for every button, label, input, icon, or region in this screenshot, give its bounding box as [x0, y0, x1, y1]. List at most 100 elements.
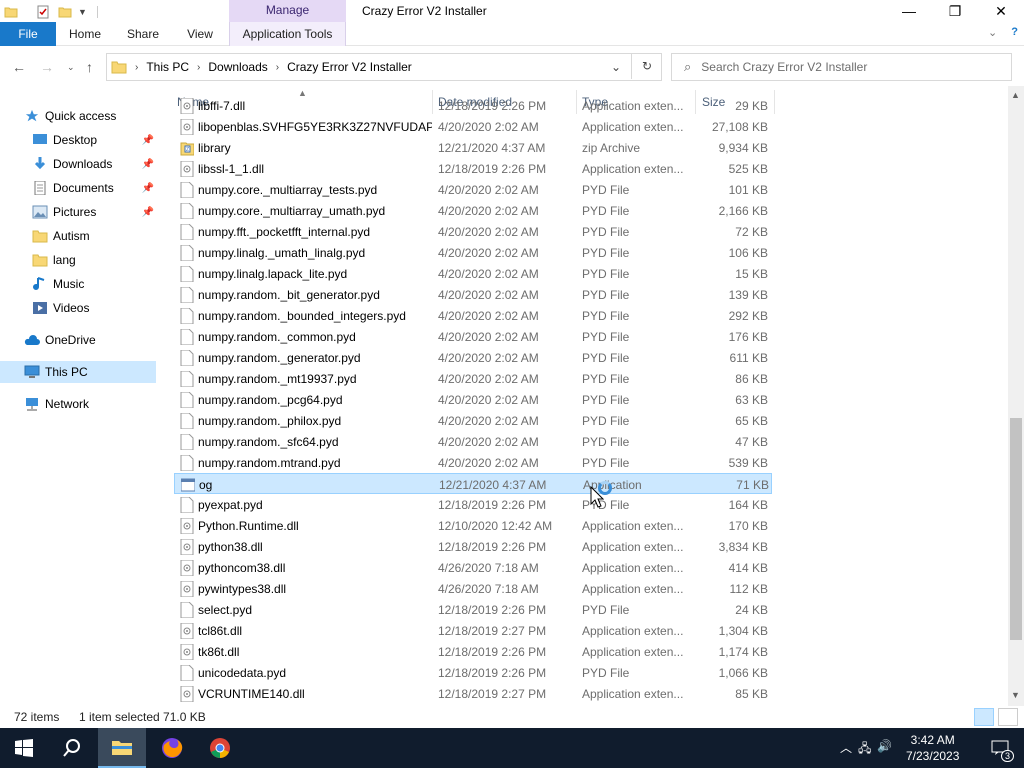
recent-locations-icon[interactable]: ⌄ [67, 62, 75, 73]
network-icon [26, 398, 38, 411]
breadcrumb-current-folder[interactable]: Crazy Error V2 Installer [287, 60, 412, 74]
nav-label: This PC [45, 365, 88, 379]
tab-file[interactable]: File [0, 22, 56, 46]
refresh-icon[interactable]: ↻ [631, 53, 662, 79]
file-row[interactable]: numpy.random._pcg64.pyd 4/20/2020 2:02 AM… [174, 389, 772, 410]
file-row[interactable]: pywintypes38.dll 4/26/2020 7:18 AM Applica… [174, 578, 772, 599]
minimize-button[interactable]: — [886, 0, 932, 22]
manage-context-tab[interactable]: Manage [229, 0, 346, 22]
breadcrumb-this-pc[interactable]: This PC [146, 60, 189, 74]
file-type: Application exten... [582, 519, 684, 533]
back-arrow-icon[interactable]: ← [12, 59, 26, 75]
file-row[interactable]: numpy.random._common.pyd 4/20/2020 2:02 A… [174, 326, 772, 347]
nav-quick-access[interactable]: Quick access [24, 105, 180, 127]
file-row[interactable]: pythoncom38.dll 4/26/2020 7:18 AM Applicat… [174, 557, 772, 578]
file-row[interactable]: numpy.core._multiarray_umath.pyd 4/20/202… [174, 200, 772, 221]
file-row[interactable]: numpy.random.mtrand.pyd 4/20/2020 2:02 AM… [174, 452, 772, 473]
file-row[interactable]: numpy.random._bit_generator.pyd 4/20/2020… [174, 284, 772, 305]
file-row[interactable]: libssl-1_1.dll 12/18/2019 2:26 PM Applicat… [174, 158, 772, 179]
file-row[interactable]: numpy.random._generator.pyd 4/20/2020 2:0… [174, 347, 772, 368]
forward-arrow-icon[interactable]: → [40, 59, 54, 75]
nav-this-pc[interactable]: This PC [0, 361, 156, 383]
taskbar-clock[interactable]: 3:42 AM 7/23/2023 [906, 732, 959, 764]
start-button[interactable] [0, 728, 48, 768]
file-row[interactable]: libopenblas.SVHFG5YE3RK3Z27NVFUDAP... 4/2… [174, 116, 772, 137]
pin-icon[interactable]: 📌 [142, 183, 154, 194]
file-row[interactable]: og 12/21/2020 4:37 AM Application 71 KB [174, 473, 772, 494]
tab-share[interactable]: Share [116, 22, 170, 46]
file-type: Application exten... [582, 162, 684, 176]
file-row[interactable]: numpy.random._philox.pyd 4/20/2020 2:02 A… [174, 410, 772, 431]
close-button[interactable]: ✕ [978, 0, 1024, 22]
file-row[interactable]: numpy.linalg._umath_linalg.pyd 4/20/2020 … [174, 242, 772, 263]
window-controls: — ❐ ✕ [886, 0, 1024, 22]
pin-icon[interactable]: 📌 [142, 159, 154, 170]
file-row[interactable]: numpy.linalg.lapack_lite.pyd 4/20/2020 2:… [174, 263, 772, 284]
desktop-icon [33, 134, 47, 144]
file-row[interactable]: Zlibrary 12/21/2020 4:37 AM zip Archive 9,9… [174, 137, 772, 158]
tab-home[interactable]: Home [58, 22, 112, 46]
file-row[interactable]: pyexpat.pyd 12/18/2019 2:26 PM PYD File 164… [174, 494, 772, 515]
file-icon [180, 329, 194, 345]
nav-videos[interactable]: Videos [32, 297, 156, 319]
file-row[interactable]: numpy.fft._pocketfft_internal.pyd 4/20/20… [174, 221, 772, 242]
file-row[interactable]: numpy.random._mt19937.pyd 4/20/2020 2:02 … [174, 368, 772, 389]
chevron-up-icon[interactable]: ︿ [840, 739, 852, 760]
breadcrumb-downloads[interactable]: Downloads [208, 60, 267, 74]
new-folder-icon[interactable] [58, 5, 72, 19]
nav-autism[interactable]: Autism [32, 225, 156, 247]
scrollbar-thumb[interactable] [1010, 418, 1022, 640]
file-date: 4/20/2020 2:02 AM [438, 225, 539, 239]
help-icon[interactable]: ? [1011, 26, 1018, 39]
file-date: 4/26/2020 7:18 AM [438, 582, 539, 596]
pin-icon[interactable]: 📌 [142, 207, 154, 218]
network-status-icon[interactable]: 🖧 [858, 739, 871, 760]
scroll-down-icon[interactable]: ▼ [1011, 690, 1020, 700]
file-row[interactable]: tk86t.dll 12/18/2019 2:26 PM Application e… [174, 641, 772, 662]
file-row[interactable]: numpy.random._bounded_integers.pyd 4/20/2… [174, 305, 772, 326]
file-size: 1,304 KB [718, 624, 768, 638]
file-row[interactable]: numpy.core._multiarray_tests.pyd 4/20/202… [174, 179, 772, 200]
nav-desktop[interactable]: Desktop 📌 [32, 129, 156, 151]
taskbar-firefox[interactable] [148, 728, 196, 768]
nav-onedrive[interactable]: OneDrive [24, 329, 156, 351]
vertical-scrollbar[interactable]: ▲ ▼ [1008, 86, 1024, 706]
maximize-button[interactable]: ❐ [932, 0, 978, 22]
nav-lang[interactable]: lang [32, 249, 156, 271]
pin-icon[interactable]: 📌 [142, 135, 154, 146]
file-type: Application exten... [582, 645, 684, 659]
file-row[interactable]: Python.Runtime.dll 12/10/2020 12:42 AM App… [174, 515, 772, 536]
volume-icon[interactable]: 🔊 [877, 739, 892, 760]
scroll-up-icon[interactable]: ▲ [1011, 90, 1020, 100]
address-dropdown-icon[interactable]: ⌄ [611, 60, 621, 74]
file-row[interactable]: numpy.random._sfc64.pyd 4/20/2020 2:02 AM… [174, 431, 772, 452]
details-view-icon[interactable] [974, 708, 994, 726]
file-row[interactable]: libffi-7.dll 12/18/2019 2:26 PM Applicatio… [174, 95, 772, 116]
nav-pictures[interactable]: Pictures 📌 [32, 201, 156, 223]
tab-view[interactable]: View [174, 22, 226, 46]
file-row[interactable]: python38.dll 12/18/2019 2:26 PM Applicatio… [174, 536, 772, 557]
column-divider[interactable] [774, 90, 775, 114]
large-icons-view-icon[interactable] [998, 708, 1018, 726]
nav-music[interactable]: Music [32, 273, 156, 295]
action-center-button[interactable]: 3 [976, 728, 1024, 768]
file-row[interactable]: unicodedata.pyd 12/18/2019 2:26 PM PYD Fil… [174, 662, 772, 683]
taskbar-search-button[interactable] [48, 728, 96, 768]
nav-label: OneDrive [45, 333, 96, 347]
taskbar-file-explorer[interactable] [98, 728, 146, 768]
file-row[interactable]: select.pyd 12/18/2019 2:26 PM PYD File 24 K… [174, 599, 772, 620]
file-row[interactable]: tcl86t.dll 12/18/2019 2:27 PM Application … [174, 620, 772, 641]
properties-icon[interactable] [36, 5, 50, 19]
file-row[interactable]: VCRUNTIME140.dll 12/18/2019 2:27 PM Applic… [174, 683, 772, 704]
taskbar-chrome[interactable] [196, 728, 244, 768]
customize-qat-icon[interactable]: ▼ [78, 7, 87, 17]
nav-downloads[interactable]: Downloads 📌 [32, 153, 156, 175]
expand-ribbon-icon[interactable]: ⌄ [988, 26, 997, 39]
search-box[interactable]: ⌕ Search Crazy Error V2 Installer [671, 53, 1012, 81]
nav-documents[interactable]: Documents 📌 [32, 177, 156, 199]
tab-application-tools[interactable]: Application Tools [229, 22, 346, 46]
nav-network[interactable]: Network [24, 393, 156, 415]
up-arrow-icon[interactable]: ↑ [86, 59, 93, 75]
address-bar[interactable]: › This PC › Downloads › Crazy Error V2 I… [106, 53, 662, 81]
file-name: numpy.random.mtrand.pyd [198, 456, 341, 470]
